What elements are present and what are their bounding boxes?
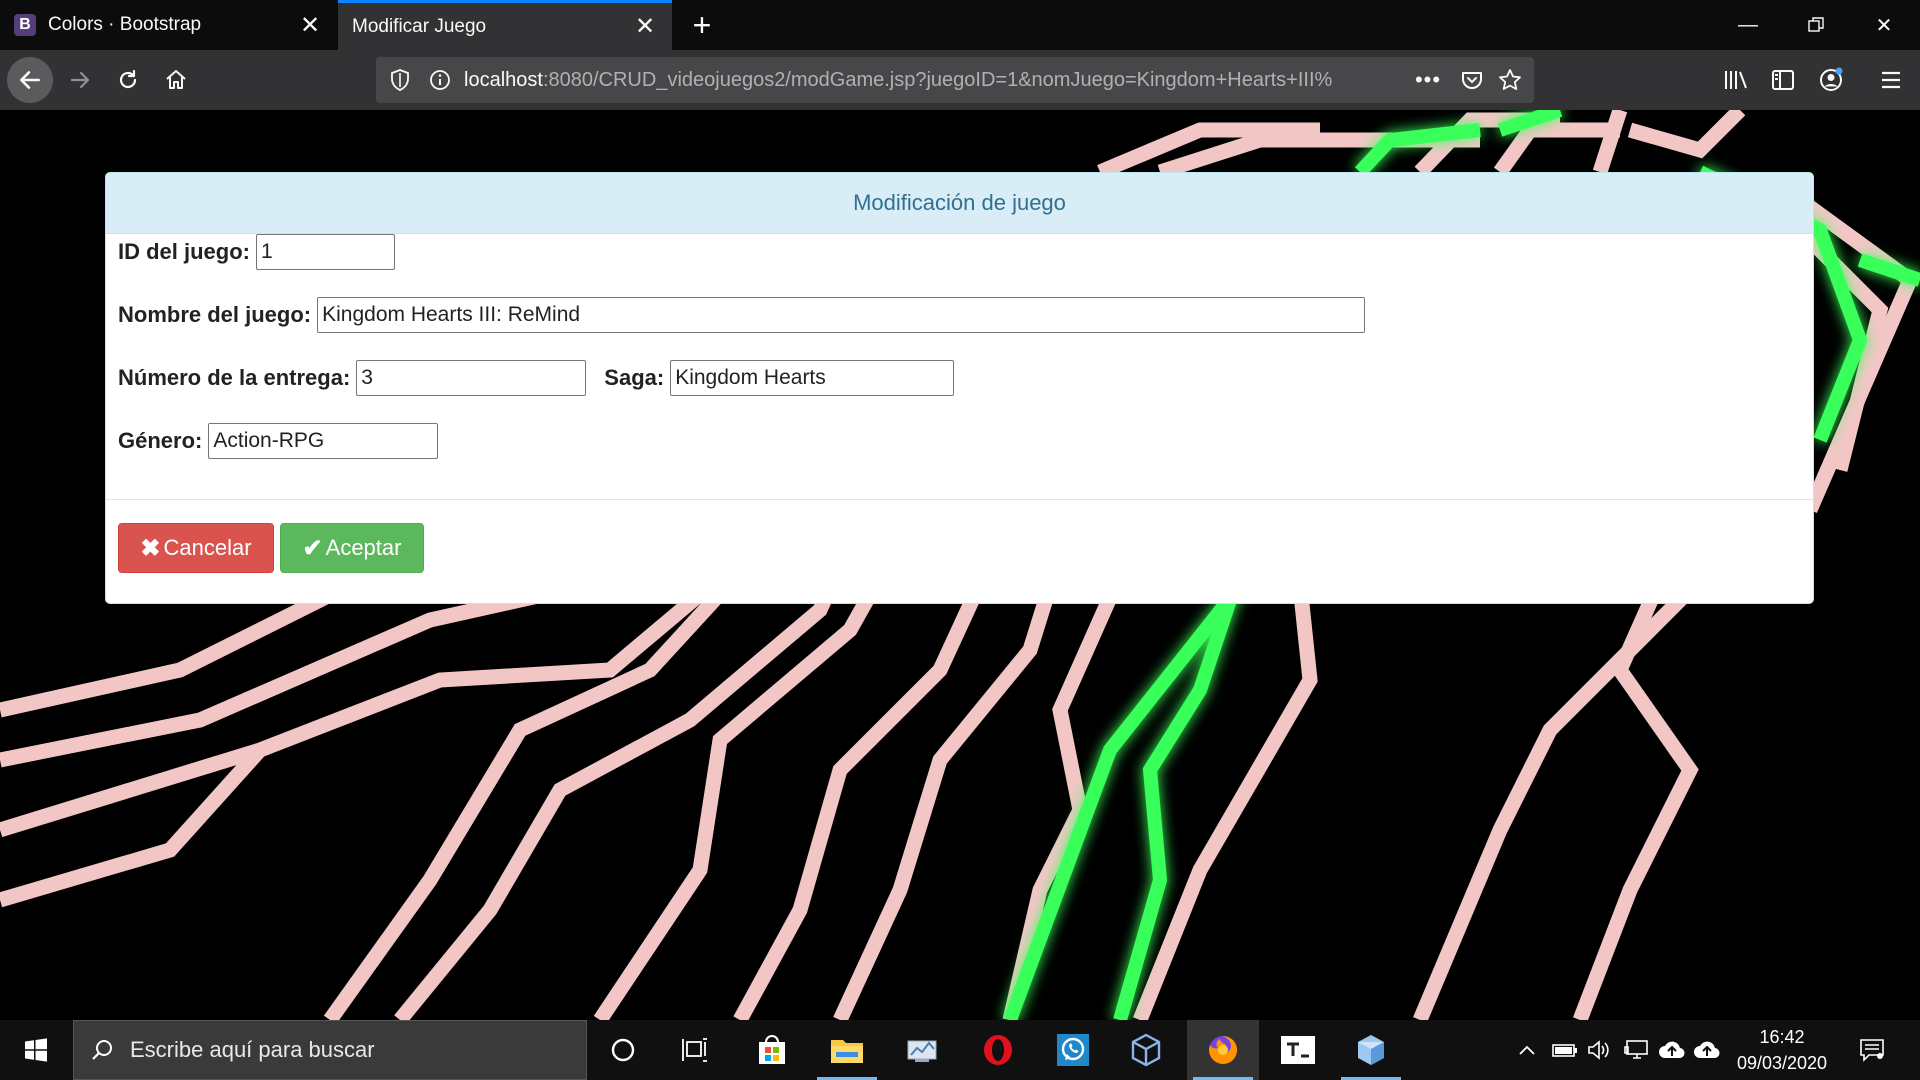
checkmark-icon: ✔ [302,534,323,562]
tab-title: Modificar Juego [352,15,487,37]
bootstrap-favicon-icon: B [14,14,36,36]
show-hidden-icons-chevron-icon[interactable] [1514,1020,1540,1080]
taskbar-search-box[interactable]: Escribe aquí para buscar [73,1020,587,1080]
cortana-icon[interactable] [587,1020,659,1080]
saga-label: Saga: [604,365,665,390]
installment-number-label: Número de la entrega: [118,365,351,390]
library-button[interactable] [1714,58,1758,102]
url-bar[interactable]: localhost:8080/CRUD_videojuegos2/modGame… [376,57,1534,103]
account-icon [1820,67,1843,91]
search-placeholder: Escribe aquí para buscar [130,1037,375,1062]
clock-time: 16:42 [1759,1027,1805,1047]
close-tab-icon[interactable]: ✕ [297,11,323,40]
control-panel-icon[interactable] [886,1020,958,1080]
accept-button-label: Aceptar [325,535,402,560]
page-content: Modificación de juego ID del juego: Nomb… [0,110,1920,1020]
task-view-icon[interactable] [659,1020,731,1080]
row-game-id: ID del juego: [118,234,395,270]
windows-logo-icon [25,1038,47,1062]
sidebar-icon [1772,70,1794,90]
row-game-name: Nombre del juego: [118,297,1366,333]
navigation-toolbar: localhost:8080/CRUD_videojuegos2/modGame… [0,50,1920,110]
battery-icon[interactable] [1548,1020,1582,1080]
tab-colors-bootstrap[interactable]: B Colors · Bootstrap ✕ [0,0,337,50]
menu-button[interactable] [1869,58,1913,102]
taskbar-clock[interactable]: 16:42 09/03/2020 [1720,1020,1844,1080]
edit-game-panel: Modificación de juego ID del juego: Nomb… [105,172,1814,604]
firefox-icon[interactable] [1187,1020,1259,1080]
edit-game-form: ID del juego: Nombre del juego: Número d… [106,234,1813,500]
forward-arrow-icon [70,71,90,89]
tab-strip: B Colors · Bootstrap ✕ Modificar Juego ✕… [0,0,1920,50]
reload-button[interactable] [106,58,150,102]
start-button[interactable] [0,1020,72,1080]
cancel-button-label: Cancelar [163,535,252,560]
url-text[interactable]: localhost:8080/CRUD_videojuegos2/modGame… [464,57,1364,103]
cloud-upload-icon[interactable] [1655,1020,1689,1080]
cube-app-icon[interactable] [1335,1020,1407,1080]
home-button[interactable] [154,58,198,102]
reload-icon [119,69,137,89]
cancel-button[interactable]: ✖ Cancelar [118,523,274,573]
site-info-icon[interactable] [422,57,458,103]
volume-icon[interactable] [1584,1020,1614,1080]
file-explorer-icon[interactable] [811,1020,883,1080]
url-host: localhost [464,69,543,91]
page-actions-icon[interactable]: ••• [1410,57,1446,103]
row-number-saga: Número de la entrega: Saga: [118,360,955,396]
forward-button[interactable] [58,58,102,102]
tab-title: Colors · Bootstrap [48,14,202,35]
row-genre: Género: [118,423,439,459]
close-window-icon[interactable]: ✕ [1850,0,1918,50]
remove-icon: ✖ [140,534,161,562]
hamburger-menu-icon [1882,71,1900,89]
genre-label: Género: [118,428,203,453]
windows-taskbar: Escribe aquí para buscar 16:42 09/03/202… [0,1020,1920,1080]
microsoft-store-icon[interactable] [736,1020,808,1080]
saga-input[interactable] [670,360,955,396]
game-name-label: Nombre del juego: [118,302,312,327]
tracking-shield-icon[interactable] [382,57,418,103]
search-icon [92,1040,112,1060]
new-tab-icon[interactable]: + [684,6,720,44]
action-center-notifications-icon[interactable] [1850,1020,1894,1080]
tab-modificar-juego[interactable]: Modificar Juego ✕ [338,0,672,50]
network-icon[interactable] [1620,1020,1652,1080]
back-button[interactable] [7,57,53,103]
sidebar-button[interactable] [1761,58,1805,102]
virtualbox-icon[interactable] [1110,1020,1182,1080]
library-icon [1725,71,1747,89]
opera-icon[interactable] [962,1020,1034,1080]
minimize-icon[interactable]: — [1714,0,1782,50]
back-arrow-icon [20,71,40,89]
onedrive-upload-icon[interactable] [1690,1020,1724,1080]
typora-icon[interactable] [1262,1020,1334,1080]
clock-date: 09/03/2020 [1736,1053,1828,1073]
bookmark-star-icon[interactable] [1492,57,1528,103]
home-icon [166,70,186,89]
url-path: :8080/CRUD_videojuegos2/modGame.jsp?jueg… [542,69,1333,91]
account-button[interactable] [1809,58,1853,102]
panel-title: Modificación de juego [106,173,1813,234]
pocket-icon[interactable] [1454,57,1490,103]
game-id-label: ID del juego: [118,239,250,264]
close-tab-icon[interactable]: ✕ [632,12,658,41]
installment-number-input[interactable] [356,360,587,396]
whatsapp-icon[interactable] [1037,1020,1109,1080]
genre-input[interactable] [208,423,439,459]
restore-icon[interactable] [1782,0,1850,50]
game-name-input[interactable] [317,297,1366,333]
game-id-input[interactable] [256,234,395,270]
accept-button[interactable]: ✔ Aceptar [280,523,424,573]
